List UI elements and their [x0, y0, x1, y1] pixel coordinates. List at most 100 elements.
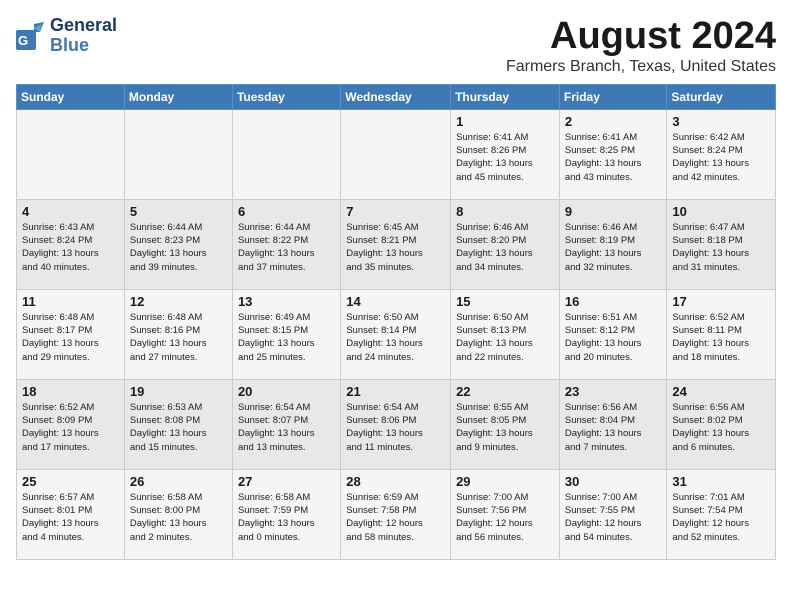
day-number: 24 — [672, 384, 770, 399]
day-number: 13 — [238, 294, 335, 309]
calendar-cell: 7 Sunrise: 6:45 AM Sunset: 8:21 PM Daylig… — [341, 199, 451, 289]
calendar-cell: 13 Sunrise: 6:49 AM Sunset: 8:15 PM Dayli… — [232, 289, 340, 379]
day-number: 4 — [22, 204, 119, 219]
day-number: 30 — [565, 474, 662, 489]
calendar-week-row: 1Sunrise: 6:41 AM Sunset: 8:26 PM Daylig… — [17, 109, 776, 199]
day-info: Sunrise: 6:51 AM Sunset: 8:12 PM Dayligh… — [565, 311, 662, 364]
day-number: 2 — [565, 114, 662, 129]
day-number: 20 — [238, 384, 335, 399]
calendar-week-row: 18 Sunrise: 6:52 AM Sunset: 8:09 PM Dayli… — [17, 379, 776, 469]
day-number: 27 — [238, 474, 335, 489]
day-number: 10 — [672, 204, 770, 219]
day-info: Sunrise: 6:49 AM Sunset: 8:15 PM Dayligh… — [238, 311, 335, 364]
day-number: 5 — [130, 204, 227, 219]
calendar-cell: 11 Sunrise: 6:48 AM Sunset: 8:17 PM Dayli… — [17, 289, 125, 379]
logo-text-blue: Blue — [50, 36, 117, 56]
day-info: Sunrise: 6:59 AM Sunset: 7:58 PM Dayligh… — [346, 491, 445, 544]
calendar-cell: 29 Sunrise: 7:00 AM Sunset: 7:56 PM Dayli… — [451, 469, 560, 559]
month-title: August 2024 — [506, 16, 776, 58]
day-info: Sunrise: 6:46 AM Sunset: 8:19 PM Dayligh… — [565, 221, 662, 274]
calendar-cell: 18 Sunrise: 6:52 AM Sunset: 8:09 PM Dayli… — [17, 379, 125, 469]
day-info: Sunrise: 6:44 AM Sunset: 8:23 PM Dayligh… — [130, 221, 227, 274]
day-number: 23 — [565, 384, 662, 399]
day-number: 28 — [346, 474, 445, 489]
calendar-cell: 15 Sunrise: 6:50 AM Sunset: 8:13 PM Dayli… — [451, 289, 560, 379]
calendar-cell: 26 Sunrise: 6:58 AM Sunset: 8:00 PM Dayli… — [124, 469, 232, 559]
calendar-cell: 12 Sunrise: 6:48 AM Sunset: 8:16 PM Dayli… — [124, 289, 232, 379]
day-info: Sunrise: 6:56 AM Sunset: 8:04 PM Dayligh… — [565, 401, 662, 454]
calendar-cell: 19Sunrise: 6:53 AM Sunset: 8:08 PM Dayli… — [124, 379, 232, 469]
calendar-cell: 1Sunrise: 6:41 AM Sunset: 8:26 PM Daylig… — [451, 109, 560, 199]
day-info: Sunrise: 6:54 AM Sunset: 8:07 PM Dayligh… — [238, 401, 335, 454]
calendar-cell — [232, 109, 340, 199]
day-info: Sunrise: 6:57 AM Sunset: 8:01 PM Dayligh… — [22, 491, 119, 544]
day-info: Sunrise: 6:41 AM Sunset: 8:25 PM Dayligh… — [565, 131, 662, 184]
day-info: Sunrise: 6:58 AM Sunset: 7:59 PM Dayligh… — [238, 491, 335, 544]
day-number: 31 — [672, 474, 770, 489]
calendar-cell: 30Sunrise: 7:00 AM Sunset: 7:55 PM Dayli… — [559, 469, 667, 559]
logo-text-general: General — [50, 16, 117, 36]
day-info: Sunrise: 6:56 AM Sunset: 8:02 PM Dayligh… — [672, 401, 770, 454]
day-info: Sunrise: 6:50 AM Sunset: 8:13 PM Dayligh… — [456, 311, 554, 364]
day-number: 21 — [346, 384, 445, 399]
page-header: G General Blue August 2024 Farmers Branc… — [16, 16, 776, 76]
calendar-cell: 24 Sunrise: 6:56 AM Sunset: 8:02 PM Dayli… — [667, 379, 776, 469]
day-info: Sunrise: 6:50 AM Sunset: 8:14 PM Dayligh… — [346, 311, 445, 364]
calendar-cell: 20 Sunrise: 6:54 AM Sunset: 8:07 PM Dayli… — [232, 379, 340, 469]
day-info: Sunrise: 6:43 AM Sunset: 8:24 PM Dayligh… — [22, 221, 119, 274]
calendar-header: SundayMondayTuesdayWednesdayThursdayFrid… — [17, 84, 776, 109]
day-info: Sunrise: 6:48 AM Sunset: 8:17 PM Dayligh… — [22, 311, 119, 364]
location: Farmers Branch, Texas, United States — [506, 58, 776, 76]
calendar-table: SundayMondayTuesdayWednesdayThursdayFrid… — [16, 84, 776, 560]
day-number: 26 — [130, 474, 227, 489]
weekday-row: SundayMondayTuesdayWednesdayThursdayFrid… — [17, 84, 776, 109]
weekday-header-friday: Friday — [559, 84, 667, 109]
calendar-cell: 3Sunrise: 6:42 AM Sunset: 8:24 PM Daylig… — [667, 109, 776, 199]
weekday-header-saturday: Saturday — [667, 84, 776, 109]
calendar-cell: 8Sunrise: 6:46 AM Sunset: 8:20 PM Daylig… — [451, 199, 560, 289]
calendar-week-row: 11 Sunrise: 6:48 AM Sunset: 8:17 PM Dayli… — [17, 289, 776, 379]
calendar-cell — [17, 109, 125, 199]
calendar-cell: 17 Sunrise: 6:52 AM Sunset: 8:11 PM Dayli… — [667, 289, 776, 379]
day-number: 14 — [346, 294, 445, 309]
calendar-cell: 9 Sunrise: 6:46 AM Sunset: 8:19 PM Daylig… — [559, 199, 667, 289]
day-info: Sunrise: 6:52 AM Sunset: 8:11 PM Dayligh… — [672, 311, 770, 364]
calendar-cell: 23 Sunrise: 6:56 AM Sunset: 8:04 PM Dayli… — [559, 379, 667, 469]
title-block: August 2024 Farmers Branch, Texas, Unite… — [506, 16, 776, 76]
day-info: Sunrise: 6:55 AM Sunset: 8:05 PM Dayligh… — [456, 401, 554, 454]
weekday-header-sunday: Sunday — [17, 84, 125, 109]
day-info: Sunrise: 7:00 AM Sunset: 7:56 PM Dayligh… — [456, 491, 554, 544]
day-number: 11 — [22, 294, 119, 309]
day-number: 18 — [22, 384, 119, 399]
day-info: Sunrise: 6:54 AM Sunset: 8:06 PM Dayligh… — [346, 401, 445, 454]
logo-icon: G — [16, 22, 46, 50]
day-number: 15 — [456, 294, 554, 309]
day-info: Sunrise: 6:52 AM Sunset: 8:09 PM Dayligh… — [22, 401, 119, 454]
calendar-cell: 14 Sunrise: 6:50 AM Sunset: 8:14 PM Dayli… — [341, 289, 451, 379]
day-info: Sunrise: 6:47 AM Sunset: 8:18 PM Dayligh… — [672, 221, 770, 274]
calendar-cell — [124, 109, 232, 199]
calendar-cell: 10 Sunrise: 6:47 AM Sunset: 8:18 PM Dayli… — [667, 199, 776, 289]
day-info: Sunrise: 7:01 AM Sunset: 7:54 PM Dayligh… — [672, 491, 770, 544]
calendar-cell: 27 Sunrise: 6:58 AM Sunset: 7:59 PM Dayli… — [232, 469, 340, 559]
weekday-header-tuesday: Tuesday — [232, 84, 340, 109]
weekday-header-wednesday: Wednesday — [341, 84, 451, 109]
weekday-header-monday: Monday — [124, 84, 232, 109]
day-info: Sunrise: 6:58 AM Sunset: 8:00 PM Dayligh… — [130, 491, 227, 544]
calendar-cell: 31 Sunrise: 7:01 AM Sunset: 7:54 PM Dayli… — [667, 469, 776, 559]
calendar-cell: 22Sunrise: 6:55 AM Sunset: 8:05 PM Dayli… — [451, 379, 560, 469]
day-info: Sunrise: 6:48 AM Sunset: 8:16 PM Dayligh… — [130, 311, 227, 364]
day-number: 25 — [22, 474, 119, 489]
day-info: Sunrise: 6:46 AM Sunset: 8:20 PM Dayligh… — [456, 221, 554, 274]
day-number: 17 — [672, 294, 770, 309]
day-info: Sunrise: 6:44 AM Sunset: 8:22 PM Dayligh… — [238, 221, 335, 274]
day-number: 29 — [456, 474, 554, 489]
logo: G General Blue — [16, 16, 117, 56]
day-number: 12 — [130, 294, 227, 309]
calendar-week-row: 25 Sunrise: 6:57 AM Sunset: 8:01 PM Dayli… — [17, 469, 776, 559]
calendar-cell — [341, 109, 451, 199]
day-number: 9 — [565, 204, 662, 219]
calendar-body: 1Sunrise: 6:41 AM Sunset: 8:26 PM Daylig… — [17, 109, 776, 559]
day-number: 7 — [346, 204, 445, 219]
day-info: Sunrise: 6:45 AM Sunset: 8:21 PM Dayligh… — [346, 221, 445, 274]
